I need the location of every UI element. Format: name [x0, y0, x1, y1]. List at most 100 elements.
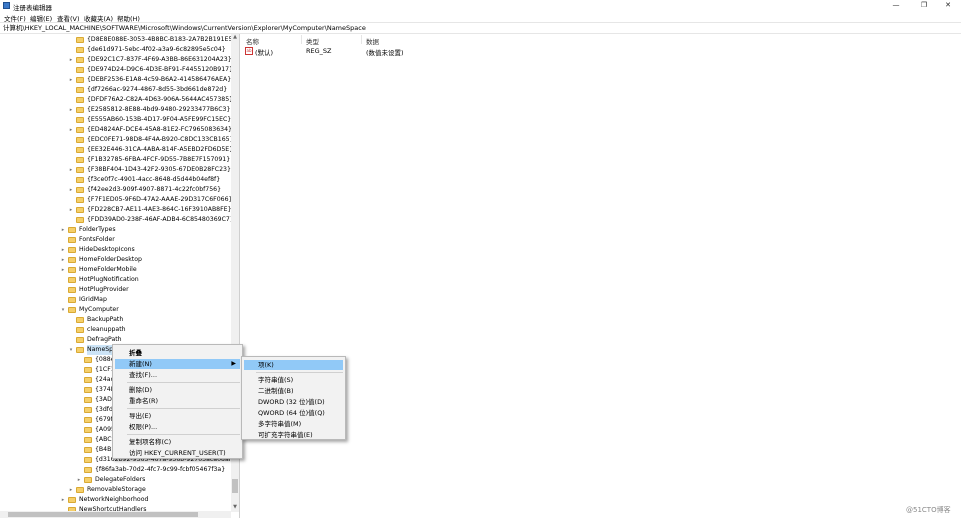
- tree-node[interactable]: {EDC0FE71-98D8-4F4A-B920-C8DC133CB165}: [0, 135, 234, 145]
- tree-node[interactable]: {D8E8E088E-3053-4B8BC-B183-2A7B2B191E59}: [0, 35, 239, 45]
- tree-node[interactable]: {de61d971-5ebc-4f02-a3a9-6c82895e5c04}: [0, 45, 230, 55]
- menu-item[interactable]: 字符串值(S): [244, 375, 343, 385]
- close-button[interactable]: ✕: [935, 0, 961, 11]
- new-submenu: 项(K) 字符串值(S) 二进制值(B) DWORD (32 位)值(D) QWORD …: [241, 356, 346, 440]
- maximize-button[interactable]: ❐: [911, 0, 937, 11]
- menu-item[interactable]: 折叠: [115, 348, 240, 358]
- tree-node[interactable]: ▸ {F38BF404-1D43-42F2-9305-67DE0B28FC23}: [0, 165, 231, 175]
- column-header-type[interactable]: 类型: [306, 36, 319, 46]
- tree-node-label: {F7F1ED05-9F6D-47A2-AAAE-29D317C6F066}: [87, 196, 233, 203]
- menu-item[interactable]: 项(K): [244, 360, 343, 370]
- tree-node[interactable]: ▸ HomeFolderMobile: [0, 265, 230, 275]
- tree-node[interactable]: cleanuppath: [0, 325, 230, 335]
- menu-item[interactable]: 权限(P)...: [115, 422, 240, 432]
- column-header-name[interactable]: 名称: [246, 36, 259, 46]
- column-separator[interactable]: [301, 35, 302, 44]
- expand-arrow-icon[interactable]: ▸: [60, 245, 66, 255]
- expand-arrow-icon[interactable]: ▸: [68, 165, 74, 175]
- tree-node[interactable]: ▸ {DEBF2536-E1A8-4c59-B6A2-414586476AEA}: [0, 75, 231, 85]
- tree-node[interactable]: {F1B32785-6FBA-4FCF-9D55-7B8E7F157091}: [0, 155, 230, 165]
- menu-item[interactable]: 查找(F)...: [115, 370, 240, 380]
- tree-node[interactable]: FontsFolder: [0, 235, 230, 245]
- tree-node[interactable]: ▾ MyComputer: [0, 305, 230, 315]
- folder-icon: [76, 167, 84, 173]
- tree-node[interactable]: ▸ HideDesktopIcons: [0, 245, 230, 255]
- tree-node[interactable]: HotPlugNotification: [0, 275, 230, 285]
- tree-node[interactable]: {EE32E446-31CA-4ABA-814F-A5EBD2FD6D5E}: [0, 145, 233, 155]
- tree-node[interactable]: ▸ {E2585812-8E88-4bd9-9480-29233477B6C3}: [0, 105, 230, 115]
- expand-arrow-icon[interactable]: ▸: [60, 495, 66, 505]
- expand-arrow-icon[interactable]: ▸: [60, 225, 66, 235]
- hscroll-thumb[interactable]: [8, 512, 198, 517]
- expand-arrow-icon[interactable]: ▸: [68, 205, 74, 215]
- menu-item[interactable]: 访问 HKEY_CURRENT_USER(T): [115, 448, 240, 458]
- menu-item[interactable]: 二进制值(B): [244, 386, 343, 396]
- tree-node[interactable]: BackupPath: [0, 315, 230, 325]
- tree-node[interactable]: {DFDF76A2-C82A-4D63-906A-5644AC457385}: [0, 95, 233, 105]
- tree-node[interactable]: ▸ {ED4824AF-DCE4-45A8-81E2-FC7965083634}: [0, 125, 232, 135]
- tree-node[interactable]: {F7F1ED05-9F6D-47A2-AAAE-29D317C6F066}: [0, 195, 233, 205]
- expand-arrow-icon[interactable]: ▸: [68, 55, 74, 65]
- regedit-app-icon: [3, 2, 10, 9]
- tree-node[interactable]: {f86fa3ab-70d2-4fc7-9c99-fcbf05467f3a}: [0, 465, 230, 475]
- column-header-data[interactable]: 数据: [366, 36, 379, 46]
- scroll-down-icon[interactable]: ▼: [231, 504, 239, 512]
- folder-icon: [68, 227, 76, 233]
- folder-icon: [84, 357, 92, 363]
- value-row[interactable]: (默认) REG_SZ (数值未设置): [241, 47, 541, 57]
- scroll-up-icon[interactable]: ▲: [231, 34, 239, 42]
- expand-arrow-icon[interactable]: ▸: [76, 475, 82, 485]
- menu-separator: [127, 408, 240, 409]
- folder-icon: [84, 437, 92, 443]
- tree-node[interactable]: ▸ RemovableStorage: [0, 485, 230, 495]
- tree-node[interactable]: HotPlugProvider: [0, 285, 230, 295]
- collapse-arrow-icon[interactable]: ▾: [68, 345, 74, 355]
- menu-item-label: 新建(N): [129, 360, 152, 368]
- address-bar[interactable]: 计算机\HKEY_LOCAL_MACHINE\SOFTWARE\Microsof…: [0, 22, 961, 34]
- tree-node[interactable]: ▸ HomeFolderDesktop: [0, 255, 230, 265]
- folder-icon: [68, 277, 76, 283]
- tree-node[interactable]: ▸ FolderTypes: [0, 225, 230, 235]
- menu-item[interactable]: DWORD (32 位)值(D): [244, 397, 343, 407]
- expand-arrow-icon[interactable]: ▸: [68, 185, 74, 195]
- tree-node[interactable]: {DE974D24-D9C6-4D3E-BF91-F4455120B917}: [0, 65, 233, 75]
- tree-node[interactable]: ▸ {f42ee2d3-909f-4907-8871-4c22fc0bf756}: [0, 185, 230, 195]
- folder-icon: [68, 247, 76, 253]
- tree-node[interactable]: {FDD39AD0-238F-46AF-ADB4-6C85480369C7}: [0, 215, 234, 225]
- tree-node[interactable]: {E555AB60-153B-4D17-9F04-A5FE99FC15EC}: [0, 115, 231, 125]
- tree-node[interactable]: ▸ {DE92C1C7-837F-4F69-A3BB-86E631204A23}: [0, 55, 232, 65]
- minimize-button[interactable]: —: [883, 0, 909, 11]
- menu-item[interactable]: 复制项名称(C): [115, 437, 240, 447]
- menu-item[interactable]: 新建(N) ▶: [115, 359, 240, 369]
- expand-arrow-icon[interactable]: ▸: [60, 265, 66, 275]
- tree-node[interactable]: ▸ {FD228CB7-AE11-4AE3-864C-16F3910AB8FE}: [0, 205, 232, 215]
- folder-icon: [76, 107, 84, 113]
- menu-item[interactable]: 多字符串值(M): [244, 419, 343, 429]
- column-separator[interactable]: [361, 35, 362, 44]
- menu-item[interactable]: 删除(D): [115, 385, 240, 395]
- tree-horizontal-scrollbar[interactable]: [0, 511, 231, 518]
- scroll-thumb[interactable]: [232, 479, 238, 493]
- menu-item[interactable]: QWORD (64 位)值(Q): [244, 408, 343, 418]
- folder-icon: [84, 407, 92, 413]
- folder-icon: [76, 207, 84, 213]
- tree-node[interactable]: ▸ NetworkNeighborhood: [0, 495, 230, 505]
- folder-icon: [76, 137, 84, 143]
- expand-arrow-icon[interactable]: ▸: [68, 75, 74, 85]
- menu-item[interactable]: 重命名(R): [115, 396, 240, 406]
- expand-arrow-icon[interactable]: ▸: [68, 485, 74, 495]
- expand-arrow-icon[interactable]: ▸: [60, 255, 66, 265]
- collapse-arrow-icon[interactable]: ▾: [60, 305, 66, 315]
- tree-node[interactable]: ▸ DelegateFolders: [0, 475, 230, 485]
- folder-icon: [68, 287, 76, 293]
- tree-node-label: {D8E8E088E-3053-4B8BC-B183-2A7B2B191E59}: [87, 36, 240, 43]
- menu-item[interactable]: 可扩充字符串值(E): [244, 430, 343, 440]
- tree-node[interactable]: {df7266ac-9274-4867-8d55-3bd661de872d}: [0, 85, 230, 95]
- menu-item[interactable]: 导出(E): [115, 411, 240, 421]
- expand-arrow-icon[interactable]: ▸: [68, 125, 74, 135]
- expand-arrow-icon[interactable]: ▸: [68, 105, 74, 115]
- menu-item-label: 删除(D): [129, 386, 153, 394]
- folder-icon: [84, 377, 92, 383]
- tree-node[interactable]: IGridMap: [0, 295, 230, 305]
- tree-node[interactable]: {f3ce0f7c-4901-4acc-8648-d5d44b04ef8f}: [0, 175, 230, 185]
